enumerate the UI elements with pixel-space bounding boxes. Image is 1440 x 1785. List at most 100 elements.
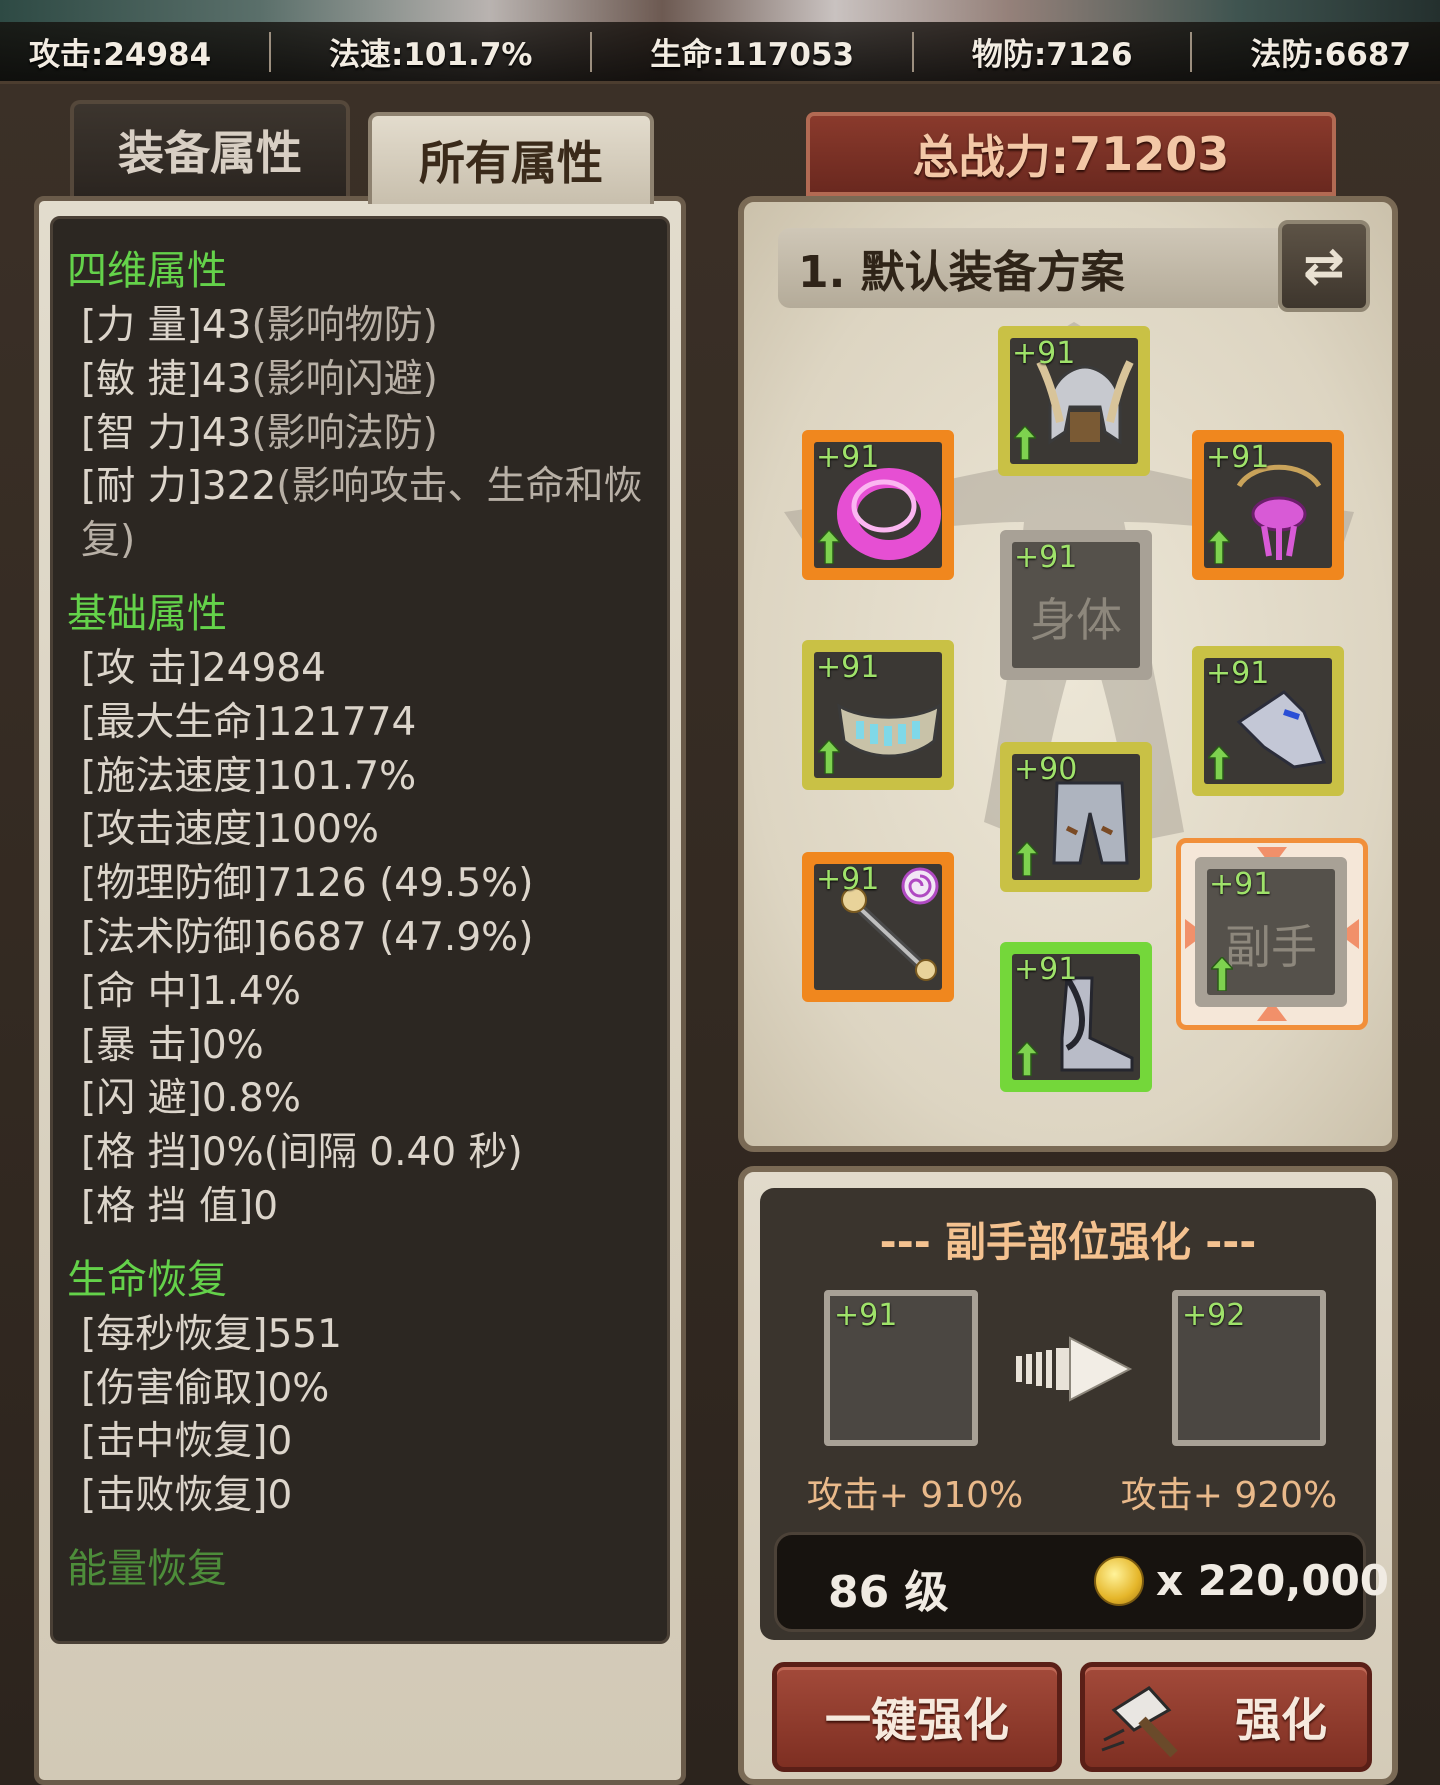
enhance-to-slot: +92 [1172, 1290, 1326, 1446]
attr-row: [击中恢复]0 [81, 1415, 651, 1469]
attr-row: [伤害偷取]0% [81, 1362, 651, 1416]
slot-belt[interactable]: +91 [802, 640, 954, 790]
attr-value: 322 [201, 464, 277, 510]
divider [269, 31, 272, 72]
attr-label: [击中恢复] [81, 1419, 268, 1465]
attr-value: 121774 [267, 699, 417, 745]
stat-hp: 生命:117053 [650, 37, 855, 73]
equipment-plan-selector[interactable]: 1. 默认装备方案 [778, 228, 1278, 308]
attr-label: [伤害偷取] [81, 1365, 268, 1411]
slot-offhand[interactable]: +91 副手 [1195, 857, 1347, 1007]
attr-value: 0 [253, 1183, 279, 1229]
four-dim-list: [力 量]43(影响物防) [敏 捷]43(影响闪避) [智 力]43(影响法防… [67, 299, 651, 568]
enhance-to-bonus: 攻击+ 920% [1120, 1475, 1338, 1516]
enhance-from-bonus: 攻击+ 910% [806, 1475, 1024, 1516]
attr-label: [耐 力] [81, 464, 202, 510]
slot-ring[interactable]: +91 [802, 430, 954, 580]
attr-label: [格 挡 值] [81, 1183, 254, 1229]
swirl-icon [901, 867, 939, 905]
attr-note: (影响闪避) [251, 356, 438, 402]
attr-row-intellect: [智 力]43(影响法防) [81, 407, 651, 461]
power-label: 总战力: [912, 130, 1070, 184]
swap-icon: ⇄ [1303, 237, 1345, 295]
slot-inner: +91 副手 [1207, 869, 1335, 995]
tab-equip-attributes[interactable]: 装备属性 [70, 100, 350, 196]
stat-cast-speed: 法速:101.7% [328, 37, 533, 73]
slot-inner: +91 [1012, 954, 1140, 1080]
enhance-level: +91 [1014, 954, 1078, 987]
slot-necklace[interactable]: +91 [1192, 430, 1344, 580]
divider [590, 31, 593, 72]
upgrade-arrow-icon [1211, 957, 1233, 991]
attr-row: [攻 击]24984 [81, 642, 651, 696]
section-title-next: 能量恢复 [67, 1545, 227, 1592]
swap-plan-button[interactable]: ⇄ [1278, 220, 1370, 312]
attr-label: [智 力] [81, 410, 202, 456]
attr-row: [攻击速度]100% [81, 803, 651, 857]
one-key-enhance-button[interactable]: 一键强化 [772, 1662, 1062, 1772]
attr-value: 0.8% [201, 1076, 301, 1122]
attr-label: [暴 击] [81, 1022, 202, 1068]
slot-inner: +91 [1204, 658, 1332, 784]
stat-magic-def: 法防:6687 [1250, 37, 1412, 73]
enhance-level: +91 [1014, 542, 1078, 575]
attr-value: 7126 (49.5%) [267, 861, 534, 907]
attr-note: (影响法防) [251, 410, 438, 456]
attr-row-strength: [力 量]43(影响物防) [81, 299, 651, 353]
slot-inner: +91 [814, 442, 942, 568]
attr-label: [最大生命] [81, 699, 268, 745]
attr-row: [物理防御]7126 (49.5%) [81, 857, 651, 911]
slot-offhand-selected[interactable]: +91 副手 [1176, 838, 1368, 1030]
upgrade-arrow-icon [1208, 746, 1230, 780]
attr-row: [格 挡 值]0 [81, 1180, 651, 1234]
attr-row: [格 挡]0%(间隔 0.40 秒) [81, 1126, 651, 1180]
attr-label: [施法速度] [81, 753, 268, 799]
slot-helmet[interactable]: +91 [998, 326, 1150, 476]
slot-weapon[interactable]: +91 [802, 852, 954, 1002]
plan-name: 1. 默认装备方案 [798, 247, 1125, 298]
attr-label: [攻 击] [81, 645, 202, 691]
section-title-four-dim: 四维属性 [67, 248, 227, 294]
attr-value: 6687 (47.9%) [267, 914, 534, 960]
attributes-scroll-list[interactable]: 四维属性 [力 量]43(影响物防) [敏 捷]43(影响闪避) [智 力]43… [50, 216, 670, 1644]
attr-row: [暴 击]0% [81, 1019, 651, 1073]
level-requirement: 86 级 [828, 1567, 949, 1618]
slot-inner: +91 [814, 652, 942, 778]
attr-label: [力 量] [81, 303, 202, 348]
attr-note: (影响物防) [251, 303, 438, 348]
attr-value: 0 [267, 1473, 293, 1519]
slot-inner: +90 [1012, 754, 1140, 880]
section-title-basic: 基础属性 [67, 590, 227, 637]
attr-label: [攻击速度] [81, 807, 268, 853]
slot-gloves[interactable]: +91 [1192, 646, 1344, 796]
attr-label: [法术防御] [81, 914, 268, 960]
attr-value: 24984 [201, 645, 326, 691]
attr-value: 101.7% [267, 753, 417, 799]
top-stats-bar: 攻击:24984 法速:101.7% 生命:117053 物防:7126 法防:… [0, 22, 1440, 84]
upgrade-arrow-icon [818, 740, 840, 774]
slot-pants[interactable]: +90 [1000, 742, 1152, 892]
attr-label: [格 挡] [81, 1130, 202, 1176]
upgrade-arrow-icon [1016, 1042, 1038, 1076]
enhance-level: +91 [816, 652, 880, 685]
attr-value: 0 [267, 1419, 293, 1465]
enhance-to-level: +92 [1182, 1298, 1246, 1333]
gold-cost: x 220,000 [1156, 1556, 1390, 1605]
enhance-title: --- 副手部位强化 --- [879, 1218, 1257, 1266]
attr-value: 0% [267, 1365, 330, 1411]
gold-coin-icon [1094, 1556, 1144, 1606]
upgrade-arrow-icon [1208, 530, 1230, 564]
attr-row: [命 中]1.4% [81, 965, 651, 1019]
attr-value: 43 [201, 410, 252, 456]
slot-inner: +91 [1010, 338, 1138, 464]
attr-label: [物理防御] [81, 861, 268, 907]
enhance-from-slot: +91 [824, 1290, 978, 1446]
section-title-regen: 生命恢复 [67, 1256, 227, 1303]
tab-all-attributes[interactable]: 所有属性 [368, 112, 654, 204]
attr-row: [击败恢复]0 [81, 1469, 651, 1523]
slot-inner: +91 [814, 864, 942, 990]
slot-boots[interactable]: +91 [1000, 942, 1152, 1092]
hammer-icon [1101, 1686, 1178, 1758]
slot-body[interactable]: +91 身体 [1000, 530, 1152, 680]
attr-row: [施法速度]101.7% [81, 750, 651, 804]
